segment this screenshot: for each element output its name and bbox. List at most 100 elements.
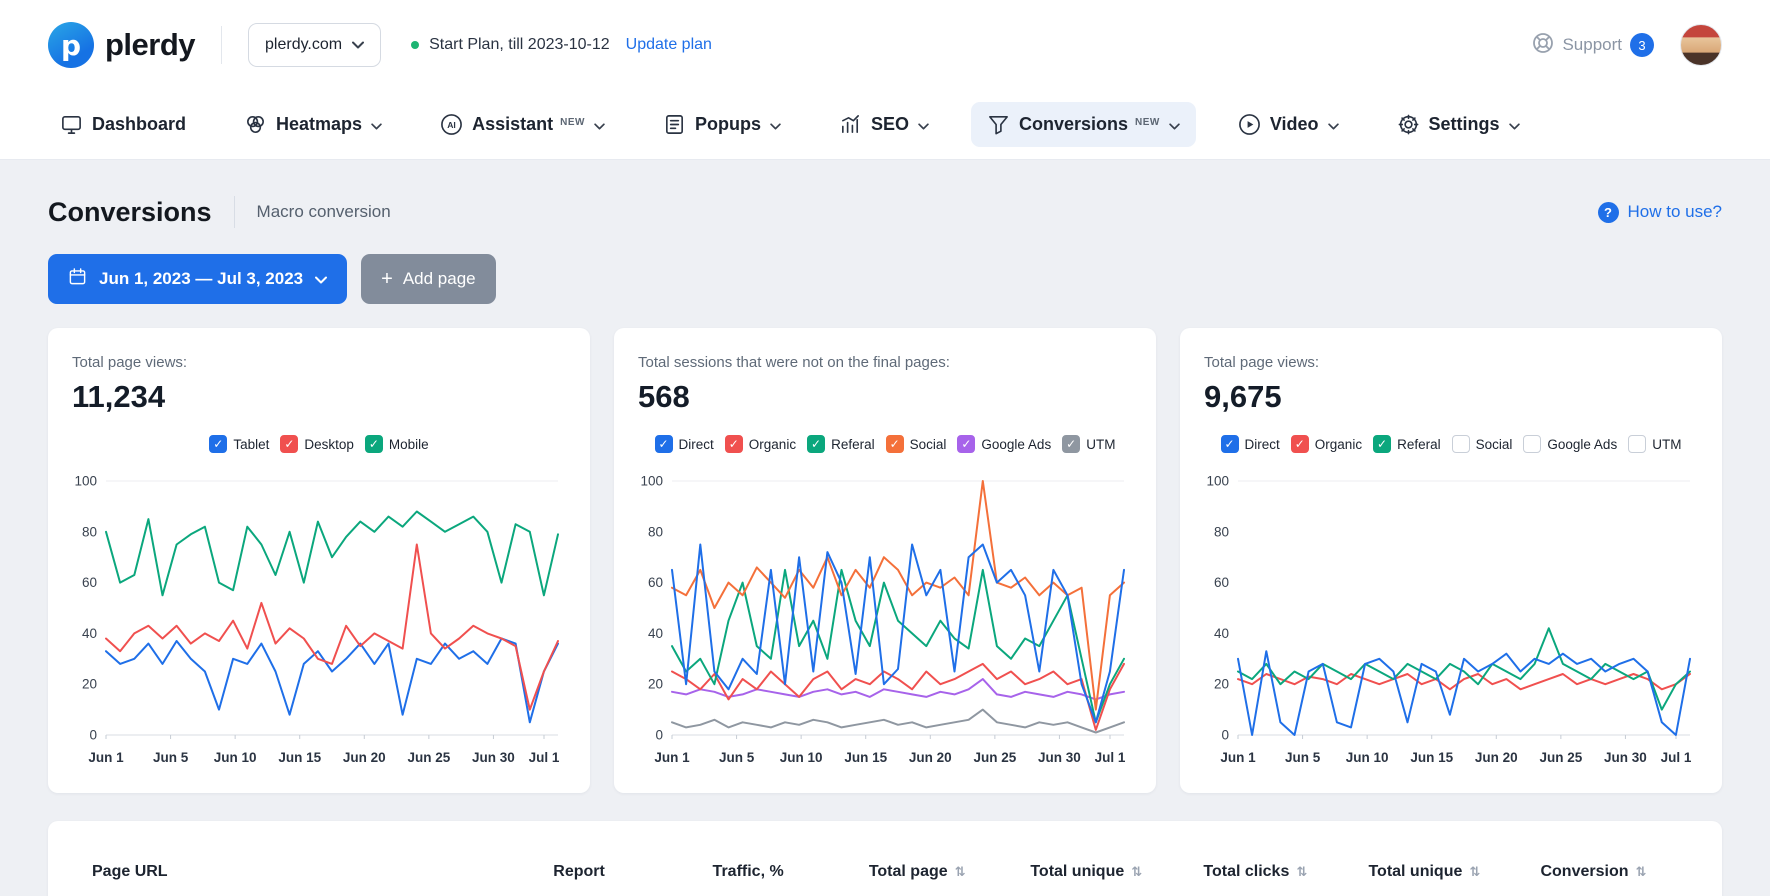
checkbox-checked-icon[interactable]: ✓ [365, 435, 383, 453]
checkbox-checked-icon[interactable]: ✓ [725, 435, 743, 453]
nav-seo[interactable]: SEO [823, 102, 945, 147]
checkbox-checked-icon[interactable]: ✓ [1221, 435, 1239, 453]
nav-conversions[interactable]: Conversions NEW [971, 102, 1196, 147]
checkbox-checked-icon[interactable]: ✓ [1373, 435, 1391, 453]
svg-text:20: 20 [1214, 677, 1229, 692]
legend-checkbox-social[interactable]: Social [1452, 435, 1513, 453]
legend-checkbox-direct[interactable]: ✓Direct [1221, 435, 1280, 453]
page-subtitle: Macro conversion [257, 202, 391, 222]
support-icon [1532, 32, 1554, 59]
legend-label: Mobile [389, 437, 429, 452]
domain-label: plerdy.com [265, 36, 342, 54]
sort-icon[interactable]: ⇅ [1469, 865, 1480, 880]
support-label: Support [1562, 35, 1622, 55]
checkbox-unchecked-icon[interactable] [1523, 435, 1541, 453]
svg-text:60: 60 [82, 575, 97, 590]
sort-icon[interactable]: ⇅ [1296, 865, 1307, 880]
checkbox-checked-icon[interactable]: ✓ [886, 435, 904, 453]
nav-video[interactable]: Video [1222, 102, 1355, 147]
heatmap-icon [244, 113, 267, 136]
sort-icon[interactable]: ⇅ [955, 865, 966, 880]
chart-card-sessions: Total sessions that were not on the fina… [614, 328, 1156, 793]
checkbox-checked-icon[interactable]: ✓ [1062, 435, 1080, 453]
column-label: Traffic, % [713, 863, 784, 881]
legend-checkbox-desktop[interactable]: ✓Desktop [280, 435, 354, 453]
page-title: Conversions [48, 197, 212, 228]
support-button[interactable]: Support 3 [1532, 32, 1654, 59]
legend-checkbox-google-ads[interactable]: ✓Google Ads [957, 435, 1051, 453]
checkbox-checked-icon[interactable]: ✓ [280, 435, 298, 453]
legend-checkbox-organic[interactable]: ✓Organic [725, 435, 796, 453]
domain-selector[interactable]: plerdy.com [248, 23, 381, 67]
legend-label: Organic [1315, 437, 1362, 452]
funnel-icon [987, 113, 1010, 136]
svg-text:Jun 25: Jun 25 [1539, 750, 1582, 765]
column-label: Page URL [92, 863, 168, 881]
nav-dashboard[interactable]: Dashboard [44, 102, 202, 147]
column-header-total-page[interactable]: Total page ⇅ [833, 863, 1002, 881]
svg-text:40: 40 [648, 626, 663, 641]
page-header: Conversions Macro conversion ? How to us… [48, 196, 1722, 228]
how-to-use-link[interactable]: ? How to use? [1598, 202, 1723, 223]
main-content: Conversions Macro conversion ? How to us… [0, 196, 1770, 896]
legend-checkbox-referal[interactable]: ✓Referal [807, 435, 875, 453]
logo[interactable]: p plerdy [48, 22, 195, 68]
date-range-picker[interactable]: Jun 1, 2023 — Jul 3, 2023 [48, 254, 347, 304]
checkbox-unchecked-icon[interactable] [1628, 435, 1646, 453]
chevron-down-icon [1509, 114, 1520, 135]
sort-icon[interactable]: ⇅ [1131, 865, 1142, 880]
top-bar: p plerdy plerdy.com Start Plan, till 202… [0, 0, 1770, 90]
legend-checkbox-social[interactable]: ✓ Social [886, 435, 947, 453]
add-page-label: Add page [403, 269, 476, 289]
plan-status-dot [411, 41, 419, 49]
legend-checkbox-tablet[interactable]: ✓ Tablet [209, 435, 269, 453]
svg-text:Jun 20: Jun 20 [343, 750, 386, 765]
sort-icon[interactable]: ⇅ [1635, 865, 1646, 880]
nav-heatmaps[interactable]: Heatmaps [228, 102, 398, 147]
svg-text:Jun 1: Jun 1 [88, 750, 124, 765]
checkbox-unchecked-icon[interactable] [1452, 435, 1470, 453]
checkbox-checked-icon[interactable]: ✓ [209, 435, 227, 453]
legend-checkbox-mobile[interactable]: ✓ Mobile [365, 435, 429, 453]
main-nav: Dashboard Heatmaps AI Assistant NEW Popu… [0, 90, 1770, 160]
legend-label: Google Ads [1547, 437, 1617, 452]
svg-text:0: 0 [1221, 728, 1229, 743]
legend-checkbox-google-ads[interactable]: Google Ads [1523, 435, 1617, 453]
ai-assistant-icon: AI [440, 113, 463, 136]
legend-label: Tablet [233, 437, 269, 452]
svg-text:Jun 5: Jun 5 [153, 750, 189, 765]
table-header-row: Page URL Report Traffic, % Total page ⇅ … [92, 863, 1678, 881]
how-to-use-label: How to use? [1628, 202, 1723, 222]
legend-checkbox-organic[interactable]: ✓ Organic [1291, 435, 1362, 453]
svg-text:Jun 5: Jun 5 [719, 750, 755, 765]
chart-legend: ✓Tablet✓Desktop✓Mobile [72, 435, 566, 453]
column-label: Total unique [1030, 863, 1124, 881]
column-header-total-unique[interactable]: Total unique ⇅ [1002, 863, 1171, 881]
column-label: Total unique [1368, 863, 1462, 881]
update-plan-link[interactable]: Update plan [626, 36, 712, 54]
legend-checkbox-direct[interactable]: ✓Direct [655, 435, 714, 453]
nav-assistant[interactable]: AI Assistant NEW [424, 102, 621, 147]
checkbox-checked-icon[interactable]: ✓ [957, 435, 975, 453]
plerdy-logo-icon: p [48, 22, 94, 68]
add-page-button[interactable]: + Add page [361, 254, 495, 304]
chevron-down-icon [371, 114, 382, 135]
legend-checkbox-utm[interactable]: UTM [1628, 435, 1681, 453]
checkbox-checked-icon[interactable]: ✓ [807, 435, 825, 453]
legend-checkbox-referal[interactable]: ✓Referal [1373, 435, 1441, 453]
svg-text:80: 80 [648, 524, 663, 539]
svg-text:Jun 15: Jun 15 [844, 750, 887, 765]
chevron-down-icon [918, 114, 929, 135]
legend-label: Social [910, 437, 947, 452]
nav-settings[interactable]: Settings [1381, 102, 1536, 147]
column-header-total-unique-2[interactable]: Total unique ⇅ [1340, 863, 1509, 881]
column-header-conversion[interactable]: Conversion ⇅ [1509, 863, 1678, 881]
checkbox-checked-icon[interactable]: ✓ [655, 435, 673, 453]
nav-popups[interactable]: Popups [647, 102, 797, 147]
svg-text:Jun 30: Jun 30 [472, 750, 515, 765]
column-header-total-clicks[interactable]: Total clicks ⇅ [1171, 863, 1340, 881]
chart-cards-row: Total page views: 11,234 ✓Tablet✓Desktop… [48, 328, 1722, 793]
checkbox-checked-icon[interactable]: ✓ [1291, 435, 1309, 453]
user-avatar[interactable] [1680, 24, 1722, 66]
legend-checkbox-utm[interactable]: ✓UTM [1062, 435, 1115, 453]
